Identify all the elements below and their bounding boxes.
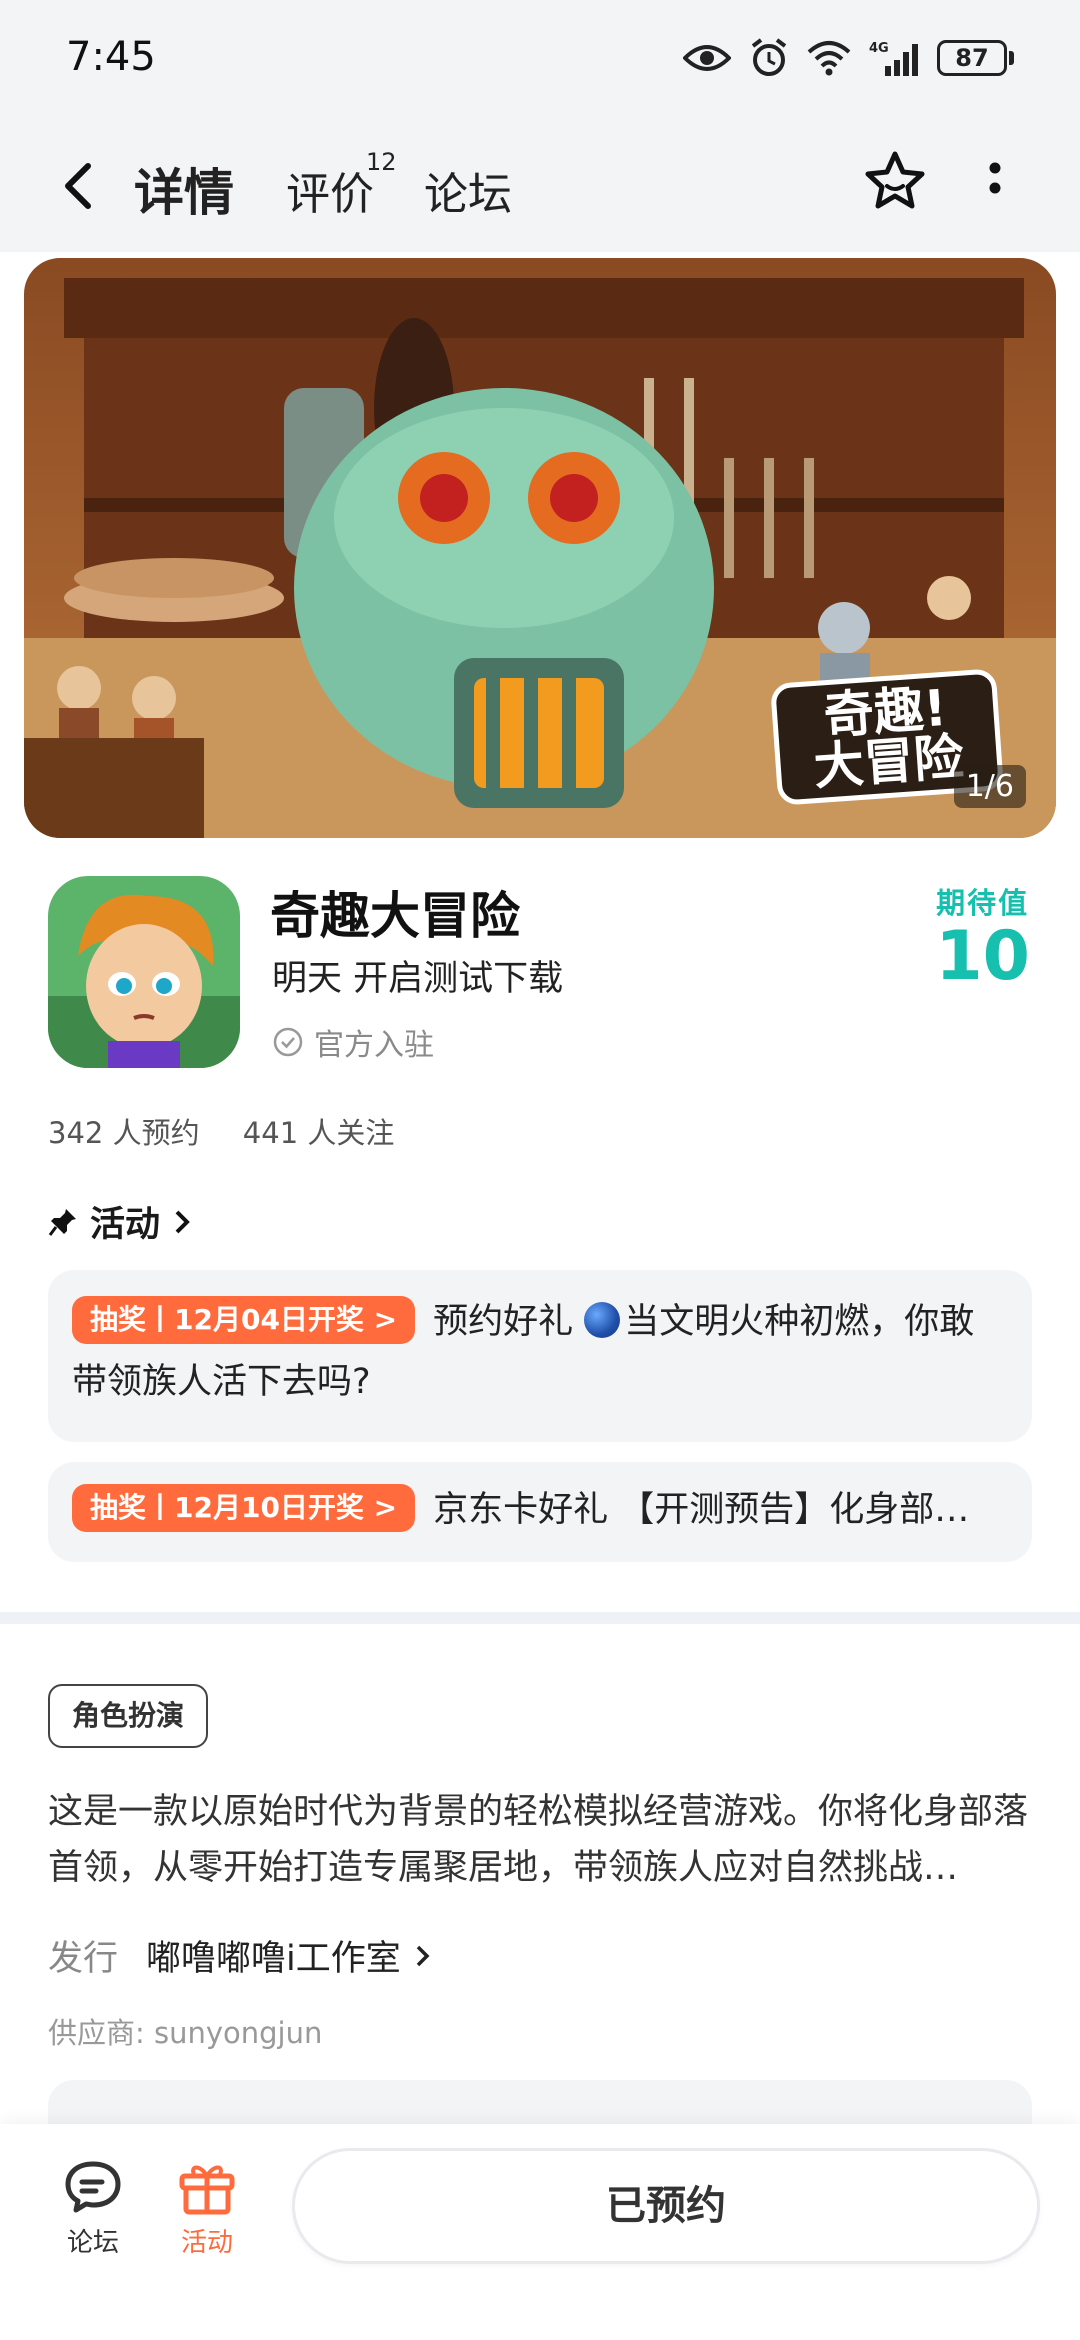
activity-nav-label: 活动 <box>180 2228 233 2258</box>
tab-detail-label: 详情 <box>134 164 234 222</box>
status-icons: 4G 87 <box>683 38 1014 78</box>
tab-detail[interactable]: 详情 <box>130 153 238 225</box>
publisher-name: 嘟噜嘟噜i工作室 <box>146 1939 401 1979</box>
chevron-right-icon <box>175 1210 190 1233</box>
tab-review-label: 评价 <box>286 169 374 220</box>
activity-card[interactable]: 抽奖丨12月10日开奖 > 京东卡好礼 【开测预告】化身部… <box>48 1462 1032 1562</box>
game-description[interactable]: 这是一款以原始时代为背景的轻松模拟经营游戏。你将化身部落首领，从零开始打造专属聚… <box>48 1784 1032 1896</box>
lottery-pill: 抽奖丨12月04日开奖 > <box>72 1296 416 1344</box>
activity-card-text: 抽奖丨12月10日开奖 > 京东卡好礼 【开测预告】化身部… <box>72 1480 1002 1540</box>
reserved-button[interactable]: 已预约 <box>292 2148 1040 2264</box>
official-label: 官方入驻 <box>314 1028 434 1063</box>
svg-text:4G: 4G <box>869 41 889 56</box>
supplier-info: 供应商: sunyongjun <box>48 2016 323 2050</box>
eye-icon <box>683 45 731 71</box>
top-nav: 详情 评价 12 论坛 <box>0 118 1080 252</box>
forum-nav-label: 论坛 <box>66 2228 119 2258</box>
chevron-left-icon <box>65 163 91 209</box>
wifi-icon <box>807 41 851 76</box>
battery-indicator: 87 <box>937 40 1007 76</box>
gift-icon <box>179 2165 235 2215</box>
lottery-pill: 抽奖丨12月10日开奖 > <box>72 1484 416 1532</box>
alarm-icon <box>751 38 787 76</box>
game-icon <box>48 876 240 1068</box>
game-stats: 342 人预约 441 人关注 <box>48 1110 428 1152</box>
official-badge: 官方入驻 <box>272 1020 434 1064</box>
expectation-score: 期待值 10 <box>935 880 1030 992</box>
pin-icon <box>48 1208 76 1236</box>
screenshot-carousel[interactable]: 奇趣! 大冒险 1/6 <box>24 258 1056 838</box>
activity-card[interactable]: 抽奖丨12月04日开奖 > 预约好礼 当文明火种初燃，你敢带领族人活下去吗? <box>48 1270 1032 1442</box>
back-button[interactable] <box>54 158 104 214</box>
favorite-button[interactable] <box>862 148 928 214</box>
cellular-signal-icon: 4G <box>869 41 918 76</box>
review-count-badge: 12 <box>366 148 397 176</box>
activity-section-link[interactable]: 活动 <box>48 1196 192 1247</box>
tab-forum[interactable]: 论坛 <box>424 158 512 222</box>
carousel-counter: 1/6 <box>953 765 1026 808</box>
forum-nav-button[interactable]: 论坛 <box>38 2158 148 2259</box>
release-info: 明天 开启测试下载 <box>272 959 564 999</box>
more-options-button[interactable] <box>980 148 1010 214</box>
expectation-value: 10 <box>935 917 1030 996</box>
tab-forum-label: 论坛 <box>424 169 512 220</box>
status-bar: 7:45 4G 87 <box>0 0 1080 118</box>
star-icon <box>865 151 925 209</box>
battery-nub <box>1009 51 1014 65</box>
game-title: 奇趣大冒险 <box>270 887 520 945</box>
chevron-right-icon <box>416 1945 430 1966</box>
activity-nav-button[interactable]: 活动 <box>152 2158 262 2259</box>
publisher-link[interactable]: 发行 嘟噜嘟噜i工作室 <box>48 1930 435 1981</box>
expectation-label: 期待值 <box>936 886 1030 920</box>
status-time: 7:45 <box>66 34 156 80</box>
tab-review[interactable]: 评价 12 <box>286 148 397 222</box>
chat-bubble-icon <box>65 2161 121 2213</box>
follower-count: 441 人关注 <box>242 1116 395 1150</box>
activity-card-text: 抽奖丨12月04日开奖 > 预约好礼 当文明火种初燃，你敢带领族人活下去吗? <box>72 1292 1002 1412</box>
more-vertical-icon <box>989 162 1001 194</box>
publisher-label: 发行 <box>48 1939 119 1979</box>
verified-check-icon <box>273 1027 303 1057</box>
section-divider <box>0 1612 1080 1624</box>
genre-tag[interactable]: 角色扮演 <box>48 1684 209 1748</box>
reservation-count: 342 人预约 <box>48 1116 200 1150</box>
globe-icon <box>584 1302 621 1338</box>
bottom-action-bar: 论坛 活动 已预约 <box>0 2124 1080 2340</box>
activity-heading: 活动 <box>90 1205 161 1245</box>
